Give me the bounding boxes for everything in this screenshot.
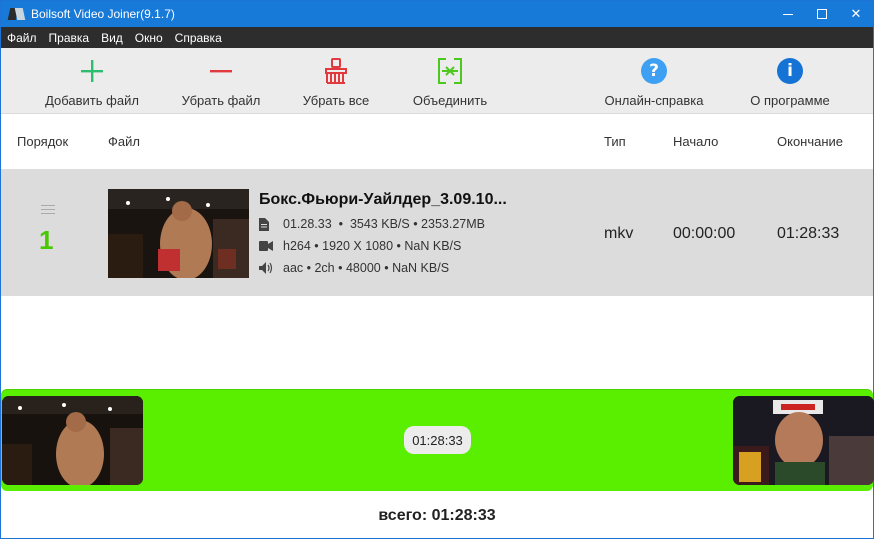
add-file-label: Добавить файл bbox=[45, 93, 139, 108]
minimize-icon bbox=[783, 13, 793, 15]
close-button[interactable]: ✕ bbox=[839, 1, 873, 27]
timeline-end-thumbnail bbox=[733, 396, 874, 485]
info-icon: i bbox=[777, 58, 803, 84]
menu-help[interactable]: Справка bbox=[175, 31, 222, 45]
file-list-header: Порядок Файл Тип Начало Окончание bbox=[1, 115, 873, 169]
maximize-icon bbox=[817, 9, 827, 19]
about-label: О программе bbox=[750, 93, 830, 108]
maximize-button[interactable] bbox=[805, 1, 839, 27]
join-button[interactable]: Объединить bbox=[408, 48, 492, 114]
file-icon bbox=[259, 217, 277, 231]
speaker-icon bbox=[259, 262, 277, 274]
file-info-line: 01.28.33 • 3543 KB/S • 2353.27MB bbox=[259, 217, 485, 231]
video-codec: h264 bbox=[283, 239, 311, 253]
column-end[interactable]: Окончание bbox=[777, 134, 843, 149]
window-title: Boilsoft Video Joiner(9.1.7) bbox=[31, 7, 175, 21]
audio-sample-rate: 48000 bbox=[345, 261, 381, 275]
column-file[interactable]: Файл bbox=[108, 134, 140, 149]
video-resolution: 1920 X 1080 bbox=[322, 239, 394, 253]
join-label: Объединить bbox=[412, 93, 488, 108]
column-type[interactable]: Тип bbox=[604, 134, 626, 149]
close-icon: ✕ bbox=[850, 6, 862, 21]
app-window: Boilsoft Video Joiner(9.1.7) ✕ Файл Прав… bbox=[0, 0, 874, 539]
remove-file-label: Убрать файл bbox=[181, 93, 261, 108]
title-bar: Boilsoft Video Joiner(9.1.7) ✕ bbox=[1, 1, 873, 27]
file-start-time[interactable]: 00:00:00 bbox=[673, 225, 735, 243]
menu-file[interactable]: Файл bbox=[7, 31, 37, 45]
video-info-line: h264 • 1920 X 1080 • NaN KB/S bbox=[259, 239, 461, 253]
online-help-label: Онлайн-справка bbox=[604, 93, 704, 108]
remove-file-button[interactable]: Убрать файл bbox=[179, 48, 263, 114]
plus-icon bbox=[77, 56, 107, 86]
total-duration: всего: 01:28:33 bbox=[378, 507, 496, 524]
file-end-time[interactable]: 01:28:33 bbox=[777, 225, 839, 243]
file-order-number: 1 bbox=[39, 225, 54, 255]
app-logo-icon bbox=[7, 6, 26, 22]
about-button[interactable]: i О программе bbox=[744, 48, 836, 114]
column-order[interactable]: Порядок bbox=[17, 134, 68, 149]
clear-all-button[interactable]: Убрать все bbox=[300, 48, 372, 114]
clear-all-label: Убрать все bbox=[302, 93, 370, 108]
file-row[interactable]: 1 Бокс.Фьюри-Уайлдер_3.09.10... 01.28.33… bbox=[1, 169, 873, 296]
video-bitrate: NaN KB/S bbox=[404, 239, 462, 253]
drag-handle-icon[interactable] bbox=[41, 205, 55, 214]
join-icon bbox=[435, 56, 465, 86]
timeline-start-thumbnail bbox=[2, 396, 143, 485]
menu-view[interactable]: Вид bbox=[101, 31, 123, 45]
video-thumbnail bbox=[108, 189, 249, 278]
minus-icon bbox=[206, 56, 236, 86]
help-icon: ? bbox=[641, 58, 667, 84]
file-type: mkv bbox=[604, 225, 634, 242]
video-camera-icon bbox=[259, 241, 277, 251]
menu-edit[interactable]: Правка bbox=[49, 31, 90, 45]
audio-channels: 2ch bbox=[314, 261, 335, 275]
file-size: 2353.27MB bbox=[421, 217, 485, 231]
broom-icon bbox=[321, 56, 351, 86]
toolbar: Добавить файл Убрать файл Убрать все Объ… bbox=[1, 48, 873, 114]
file-duration: 01.28.33 bbox=[283, 217, 332, 231]
minimize-button[interactable] bbox=[771, 1, 805, 27]
audio-bitrate: NaN KB/S bbox=[392, 261, 450, 275]
timeline-duration: 01:28:33 bbox=[404, 426, 471, 454]
column-start[interactable]: Начало bbox=[673, 134, 718, 149]
online-help-button[interactable]: ? Онлайн-справка bbox=[598, 48, 710, 114]
menu-bar: Файл Правка Вид Окно Справка bbox=[1, 27, 873, 48]
file-name: Бокс.Фьюри-Уайлдер_3.09.10... bbox=[259, 191, 507, 208]
audio-codec: aac bbox=[283, 261, 304, 275]
audio-info-line: aac • 2ch • 48000 • NaN KB/S bbox=[259, 261, 449, 275]
file-bitrate: 3543 KB/S bbox=[349, 217, 410, 231]
timeline-track[interactable]: 01:28:33 bbox=[1, 389, 874, 491]
add-file-button[interactable]: Добавить файл bbox=[42, 48, 142, 114]
menu-window[interactable]: Окно bbox=[135, 31, 163, 45]
